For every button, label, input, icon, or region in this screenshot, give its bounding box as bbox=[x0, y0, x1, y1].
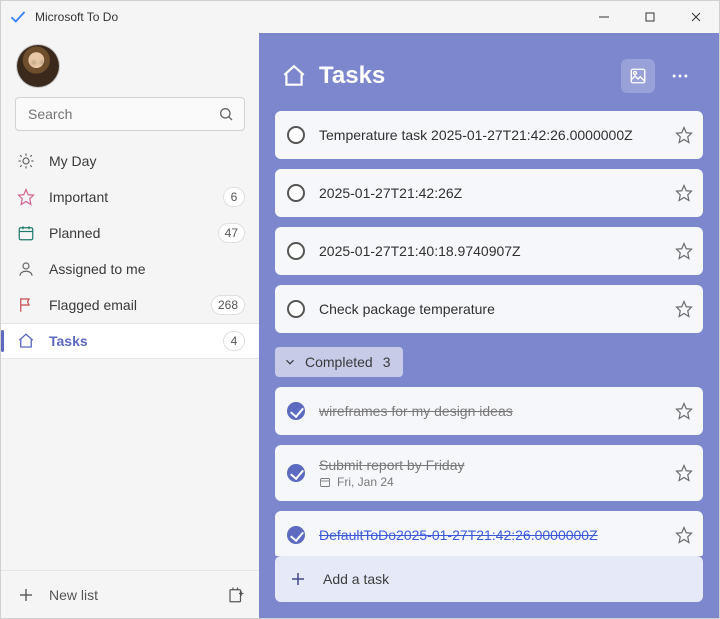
task-title: Temperature task 2025-01-27T21:42:26.000… bbox=[319, 127, 675, 143]
sidebar-item-myday[interactable]: My Day bbox=[1, 143, 259, 179]
task-title: 2025-01-27T21:40:18.9740907Z bbox=[319, 243, 675, 259]
calendar-icon bbox=[319, 476, 331, 488]
task-complete-toggle[interactable] bbox=[287, 242, 305, 260]
task-title: DefaultToDo2025-01-27T21:42:26.0000000Z bbox=[319, 527, 675, 543]
search-box[interactable] bbox=[15, 97, 245, 131]
star-icon[interactable] bbox=[675, 300, 693, 318]
sidebar-item-count: 47 bbox=[218, 223, 245, 243]
sidebar-bottom: New list bbox=[1, 570, 259, 618]
star-icon[interactable] bbox=[675, 464, 693, 482]
sidebar-item-count: 268 bbox=[211, 295, 245, 315]
task-item[interactable]: 2025-01-27T21:42:26Z bbox=[275, 169, 703, 217]
star-icon[interactable] bbox=[675, 402, 693, 420]
star-icon[interactable] bbox=[675, 126, 693, 144]
page-title: Tasks bbox=[319, 62, 621, 90]
tasks-list: Temperature task 2025-01-27T21:42:26.000… bbox=[259, 111, 719, 556]
main-header: Tasks bbox=[259, 33, 719, 111]
task-title: Check package temperature bbox=[319, 301, 675, 317]
calendar-icon bbox=[17, 224, 35, 242]
sidebar-item-tasks[interactable]: Tasks 4 bbox=[1, 323, 259, 359]
titlebar: Microsoft To Do bbox=[1, 1, 719, 33]
sidebar-item-label: Tasks bbox=[49, 333, 209, 349]
star-icon[interactable] bbox=[675, 184, 693, 202]
sidebar-item-flagged[interactable]: Flagged email 268 bbox=[1, 287, 259, 323]
sidebar-item-label: Flagged email bbox=[49, 297, 197, 313]
task-complete-toggle[interactable] bbox=[287, 526, 305, 544]
main-panel: Tasks Temperature task 2025-01-27T21:42:… bbox=[259, 33, 719, 618]
search-input[interactable] bbox=[26, 105, 218, 123]
task-item[interactable]: 2025-01-27T21:40:18.9740907Z bbox=[275, 227, 703, 275]
sidebar-item-important[interactable]: Important 6 bbox=[1, 179, 259, 215]
task-complete-toggle[interactable] bbox=[287, 184, 305, 202]
new-list-button[interactable]: New list bbox=[49, 587, 227, 603]
sidebar-item-count: 4 bbox=[223, 331, 245, 351]
star-icon[interactable] bbox=[675, 526, 693, 544]
star-icon[interactable] bbox=[675, 242, 693, 260]
add-task-label: Add a task bbox=[323, 571, 389, 587]
task-item-completed[interactable]: Submit report by Friday Fri, Jan 24 bbox=[275, 445, 703, 501]
sidebar-item-label: My Day bbox=[49, 153, 245, 169]
new-group-icon[interactable] bbox=[227, 586, 245, 604]
task-title: Submit report by Friday Fri, Jan 24 bbox=[319, 457, 675, 489]
home-icon bbox=[281, 63, 307, 89]
sidebar-nav: My Day Important 6 Planned 47 A bbox=[1, 143, 259, 359]
task-complete-toggle[interactable] bbox=[287, 402, 305, 420]
sidebar-item-planned[interactable]: Planned 47 bbox=[1, 215, 259, 251]
theme-button[interactable] bbox=[621, 59, 655, 93]
task-item[interactable]: Check package temperature bbox=[275, 285, 703, 333]
window-minimize-button[interactable] bbox=[581, 1, 627, 33]
task-item[interactable]: Temperature task 2025-01-27T21:42:26.000… bbox=[275, 111, 703, 159]
task-title: wireframes for my design ideas bbox=[319, 403, 675, 419]
sun-icon bbox=[17, 152, 35, 170]
star-icon bbox=[17, 188, 35, 206]
task-item-completed[interactable]: DefaultToDo2025-01-27T21:42:26.0000000Z bbox=[275, 511, 703, 556]
task-complete-toggle[interactable] bbox=[287, 464, 305, 482]
sidebar: My Day Important 6 Planned 47 A bbox=[1, 33, 259, 618]
window-close-button[interactable] bbox=[673, 1, 719, 33]
task-due-label: Fri, Jan 24 bbox=[337, 475, 394, 489]
chevron-down-icon bbox=[283, 355, 297, 369]
home-icon bbox=[17, 332, 35, 350]
task-item-completed[interactable]: wireframes for my design ideas bbox=[275, 387, 703, 435]
person-icon bbox=[17, 260, 35, 278]
task-title: 2025-01-27T21:42:26Z bbox=[319, 185, 675, 201]
sidebar-item-assigned[interactable]: Assigned to me bbox=[1, 251, 259, 287]
sidebar-item-label: Assigned to me bbox=[49, 261, 245, 277]
add-task-input[interactable]: Add a task bbox=[275, 556, 703, 602]
search-icon bbox=[218, 106, 234, 122]
sidebar-item-label: Important bbox=[49, 189, 209, 205]
app-icon bbox=[9, 8, 27, 26]
plus-icon bbox=[17, 586, 35, 604]
plus-icon bbox=[289, 570, 307, 588]
more-button[interactable] bbox=[663, 59, 697, 93]
window-maximize-button[interactable] bbox=[627, 1, 673, 33]
sidebar-item-label: Planned bbox=[49, 225, 204, 241]
task-complete-toggle[interactable] bbox=[287, 300, 305, 318]
task-complete-toggle[interactable] bbox=[287, 126, 305, 144]
avatar[interactable] bbox=[17, 45, 59, 87]
sidebar-item-count: 6 bbox=[223, 187, 245, 207]
completed-label: Completed bbox=[305, 354, 373, 370]
flag-icon bbox=[17, 296, 35, 314]
app-title: Microsoft To Do bbox=[35, 10, 118, 24]
completed-section-toggle[interactable]: Completed 3 bbox=[275, 347, 403, 377]
completed-count: 3 bbox=[383, 354, 391, 370]
